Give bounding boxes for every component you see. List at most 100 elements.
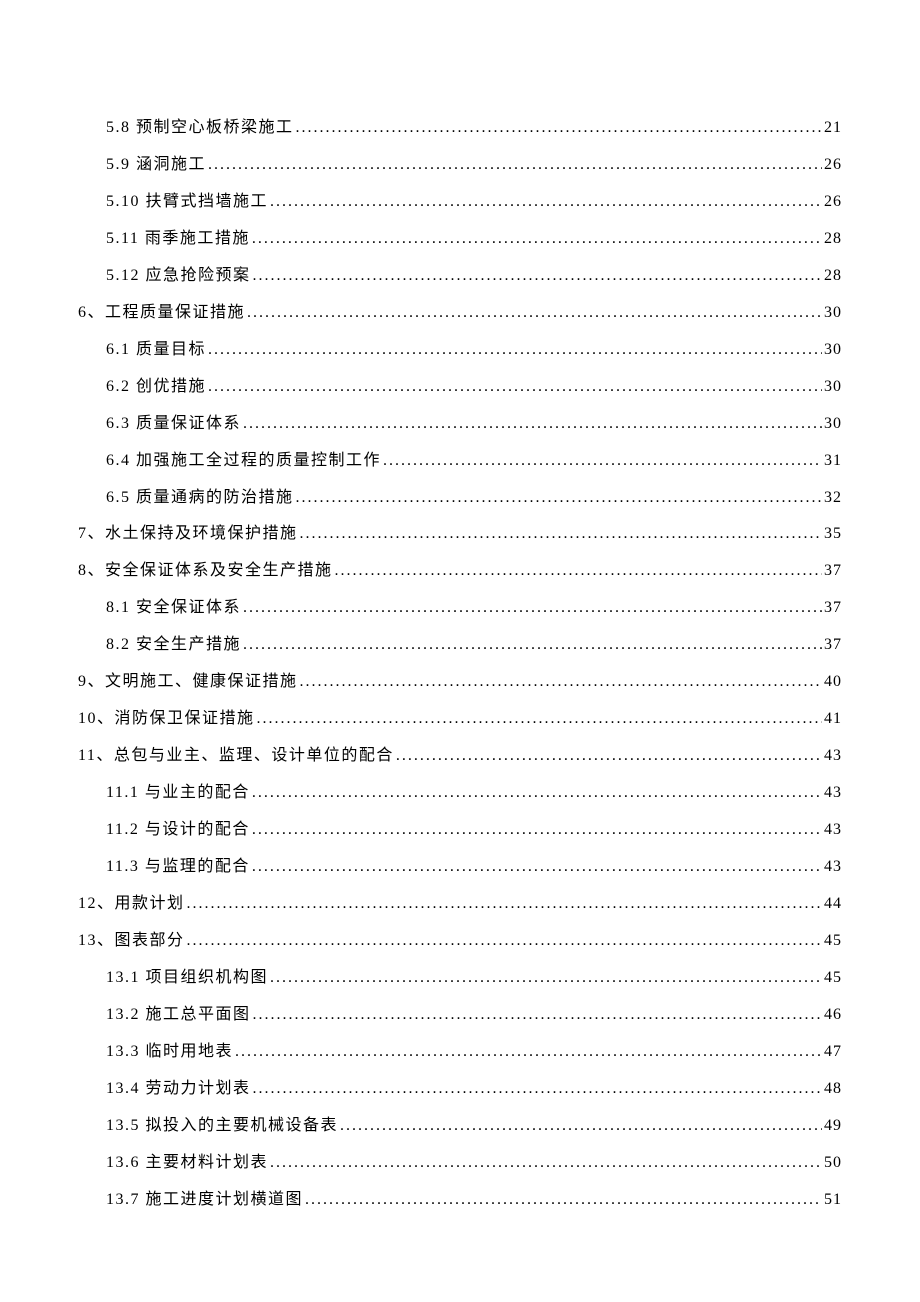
toc-entry-label: 10、消防保卫保证措施: [78, 701, 255, 738]
toc-entry: 12、用款计划 44: [78, 886, 842, 923]
toc-entry-page: 40: [824, 664, 842, 701]
toc-leader-dots: [187, 923, 822, 960]
toc-entry-page: 43: [824, 738, 842, 775]
toc-leader-dots: [208, 332, 822, 369]
toc-entry-label: 11.3 与监理的配合: [106, 849, 250, 886]
toc-entry-label: 6.2 创优措施: [106, 369, 206, 406]
toc-entry: 10、消防保卫保证措施 41: [78, 701, 842, 738]
toc-entry-label: 11、总包与业主、监理、设计单位的配合: [78, 738, 394, 775]
toc-entry-page: 43: [824, 775, 842, 812]
toc-entry-page: 21: [824, 110, 842, 147]
toc-entry-page: 32: [824, 480, 842, 517]
toc-leader-dots: [300, 664, 822, 701]
toc-entry: 6、工程质量保证措施30: [78, 295, 842, 332]
toc-entry-label: 8.1 安全保证体系: [106, 590, 241, 627]
toc-entry-label: 5.10 扶臂式挡墙施工: [106, 184, 268, 221]
toc-entry-page: 41: [824, 701, 842, 738]
toc-leader-dots: [257, 701, 822, 738]
toc-entry-page: 51: [824, 1182, 842, 1219]
toc-entry-label: 13.4 劳动力计划表: [106, 1071, 251, 1108]
toc-entry-label: 5.8 预制空心板桥梁施工: [106, 110, 294, 147]
toc-entry-page: 26: [824, 147, 842, 184]
toc-leader-dots: [253, 258, 822, 295]
toc-entry-page: 43: [824, 812, 842, 849]
toc-entry: 11.1 与业主的配合 43: [78, 775, 842, 812]
toc-leader-dots: [208, 147, 822, 184]
toc-leader-dots: [340, 1108, 822, 1145]
toc-entry-page: 35: [824, 516, 842, 553]
toc-entry-label: 13.3 临时用地表: [106, 1034, 233, 1071]
toc-leader-dots: [243, 590, 822, 627]
toc-entry: 6.4 加强施工全过程的质量控制工作 31: [78, 443, 842, 480]
toc-entry: 5.8 预制空心板桥梁施工 21: [78, 110, 842, 147]
toc-entry: 5.11 雨季施工措施 28: [78, 221, 842, 258]
toc-leader-dots: [253, 997, 822, 1034]
toc-leader-dots: [252, 221, 822, 258]
toc-entry-label: 6、工程质量保证措施: [78, 295, 245, 332]
toc-entry-label: 11.1 与业主的配合: [106, 775, 250, 812]
toc-entry-label: 5.12 应急抢险预案: [106, 258, 251, 295]
toc-entry: 13.5 拟投入的主要机械设备表 49: [78, 1108, 842, 1145]
toc-entry-page: 37: [824, 553, 842, 590]
toc-entry-page: 37: [824, 627, 842, 664]
toc-entry: 13.4 劳动力计划表 48: [78, 1071, 842, 1108]
toc-entry: 11.2 与设计的配合 43: [78, 812, 842, 849]
toc-entry-label: 13.1 项目组织机构图: [106, 960, 268, 997]
toc-entry-label: 11.2 与设计的配合: [106, 812, 250, 849]
toc-entry: 13.7 施工进度计划横道图 51: [78, 1182, 842, 1219]
toc-entry: 13.1 项目组织机构图 45: [78, 960, 842, 997]
toc-entry: 13.2 施工总平面图 46: [78, 997, 842, 1034]
toc-entry-page: 30: [824, 406, 842, 443]
toc-entry-page: 31: [824, 443, 842, 480]
toc-leader-dots: [383, 443, 822, 480]
toc-entry-page: 45: [824, 923, 842, 960]
toc-leader-dots: [335, 553, 822, 590]
toc-entry-page: 30: [824, 332, 842, 369]
toc-entry-label: 5.9 涵洞施工: [106, 147, 206, 184]
toc-entry: 13、图表部分45: [78, 923, 842, 960]
toc-entry-label: 13.7 施工进度计划横道图: [106, 1182, 303, 1219]
toc-leader-dots: [253, 1071, 822, 1108]
toc-entry: 6.2 创优措施 30: [78, 369, 842, 406]
toc-entry-page: 46: [824, 997, 842, 1034]
toc-entry-label: 7、水土保持及环境保护措施: [78, 516, 298, 553]
toc-entry-page: 48: [824, 1071, 842, 1108]
toc-entry: 11.3 与监理的配合 43: [78, 849, 842, 886]
toc-entry-page: 43: [824, 849, 842, 886]
toc-leader-dots: [305, 1182, 822, 1219]
toc-leader-dots: [187, 886, 822, 923]
toc-entry-page: 30: [824, 369, 842, 406]
toc-leader-dots: [235, 1034, 822, 1071]
toc-entry-label: 13.6 主要材料计划表: [106, 1145, 268, 1182]
toc-entry-label: 6.4 加强施工全过程的质量控制工作: [106, 443, 381, 480]
toc-entry-page: 49: [824, 1108, 842, 1145]
toc-entry: 13.6 主要材料计划表 50: [78, 1145, 842, 1182]
toc-entry-page: 44: [824, 886, 842, 923]
toc-leader-dots: [243, 406, 822, 443]
toc-entry: 11、总包与业主、监理、设计单位的配合 43: [78, 738, 842, 775]
toc-leader-dots: [252, 775, 822, 812]
toc-leader-dots: [270, 1145, 822, 1182]
toc-entry: 7、水土保持及环境保护措施 35: [78, 516, 842, 553]
toc-entry-label: 9、文明施工、健康保证措施: [78, 664, 298, 701]
toc-entry: 5.12 应急抢险预案 28: [78, 258, 842, 295]
toc-entry-page: 50: [824, 1145, 842, 1182]
toc-entry-label: 6.3 质量保证体系: [106, 406, 241, 443]
toc-entry-page: 26: [824, 184, 842, 221]
toc-entry-label: 12、用款计划: [78, 886, 185, 923]
toc-entry: 13.3 临时用地表 47: [78, 1034, 842, 1071]
toc-entry: 5.10 扶臂式挡墙施工 26: [78, 184, 842, 221]
toc-leader-dots: [252, 849, 822, 886]
toc-entry: 5.9 涵洞施工 26: [78, 147, 842, 184]
toc-entry: 8.2 安全生产措施 37: [78, 627, 842, 664]
toc-leader-dots: [247, 295, 822, 332]
toc-leader-dots: [270, 184, 822, 221]
toc-entry: 9、文明施工、健康保证措施 40: [78, 664, 842, 701]
toc-entry-page: 37: [824, 590, 842, 627]
toc-entry: 6.1 质量目标 30: [78, 332, 842, 369]
toc-entry-label: 6.5 质量通病的防治措施: [106, 480, 294, 517]
toc-entry-label: 8、安全保证体系及安全生产措施: [78, 553, 333, 590]
toc-entry-label: 6.1 质量目标: [106, 332, 206, 369]
toc-leader-dots: [270, 960, 822, 997]
toc-entry-label: 13.5 拟投入的主要机械设备表: [106, 1108, 338, 1145]
